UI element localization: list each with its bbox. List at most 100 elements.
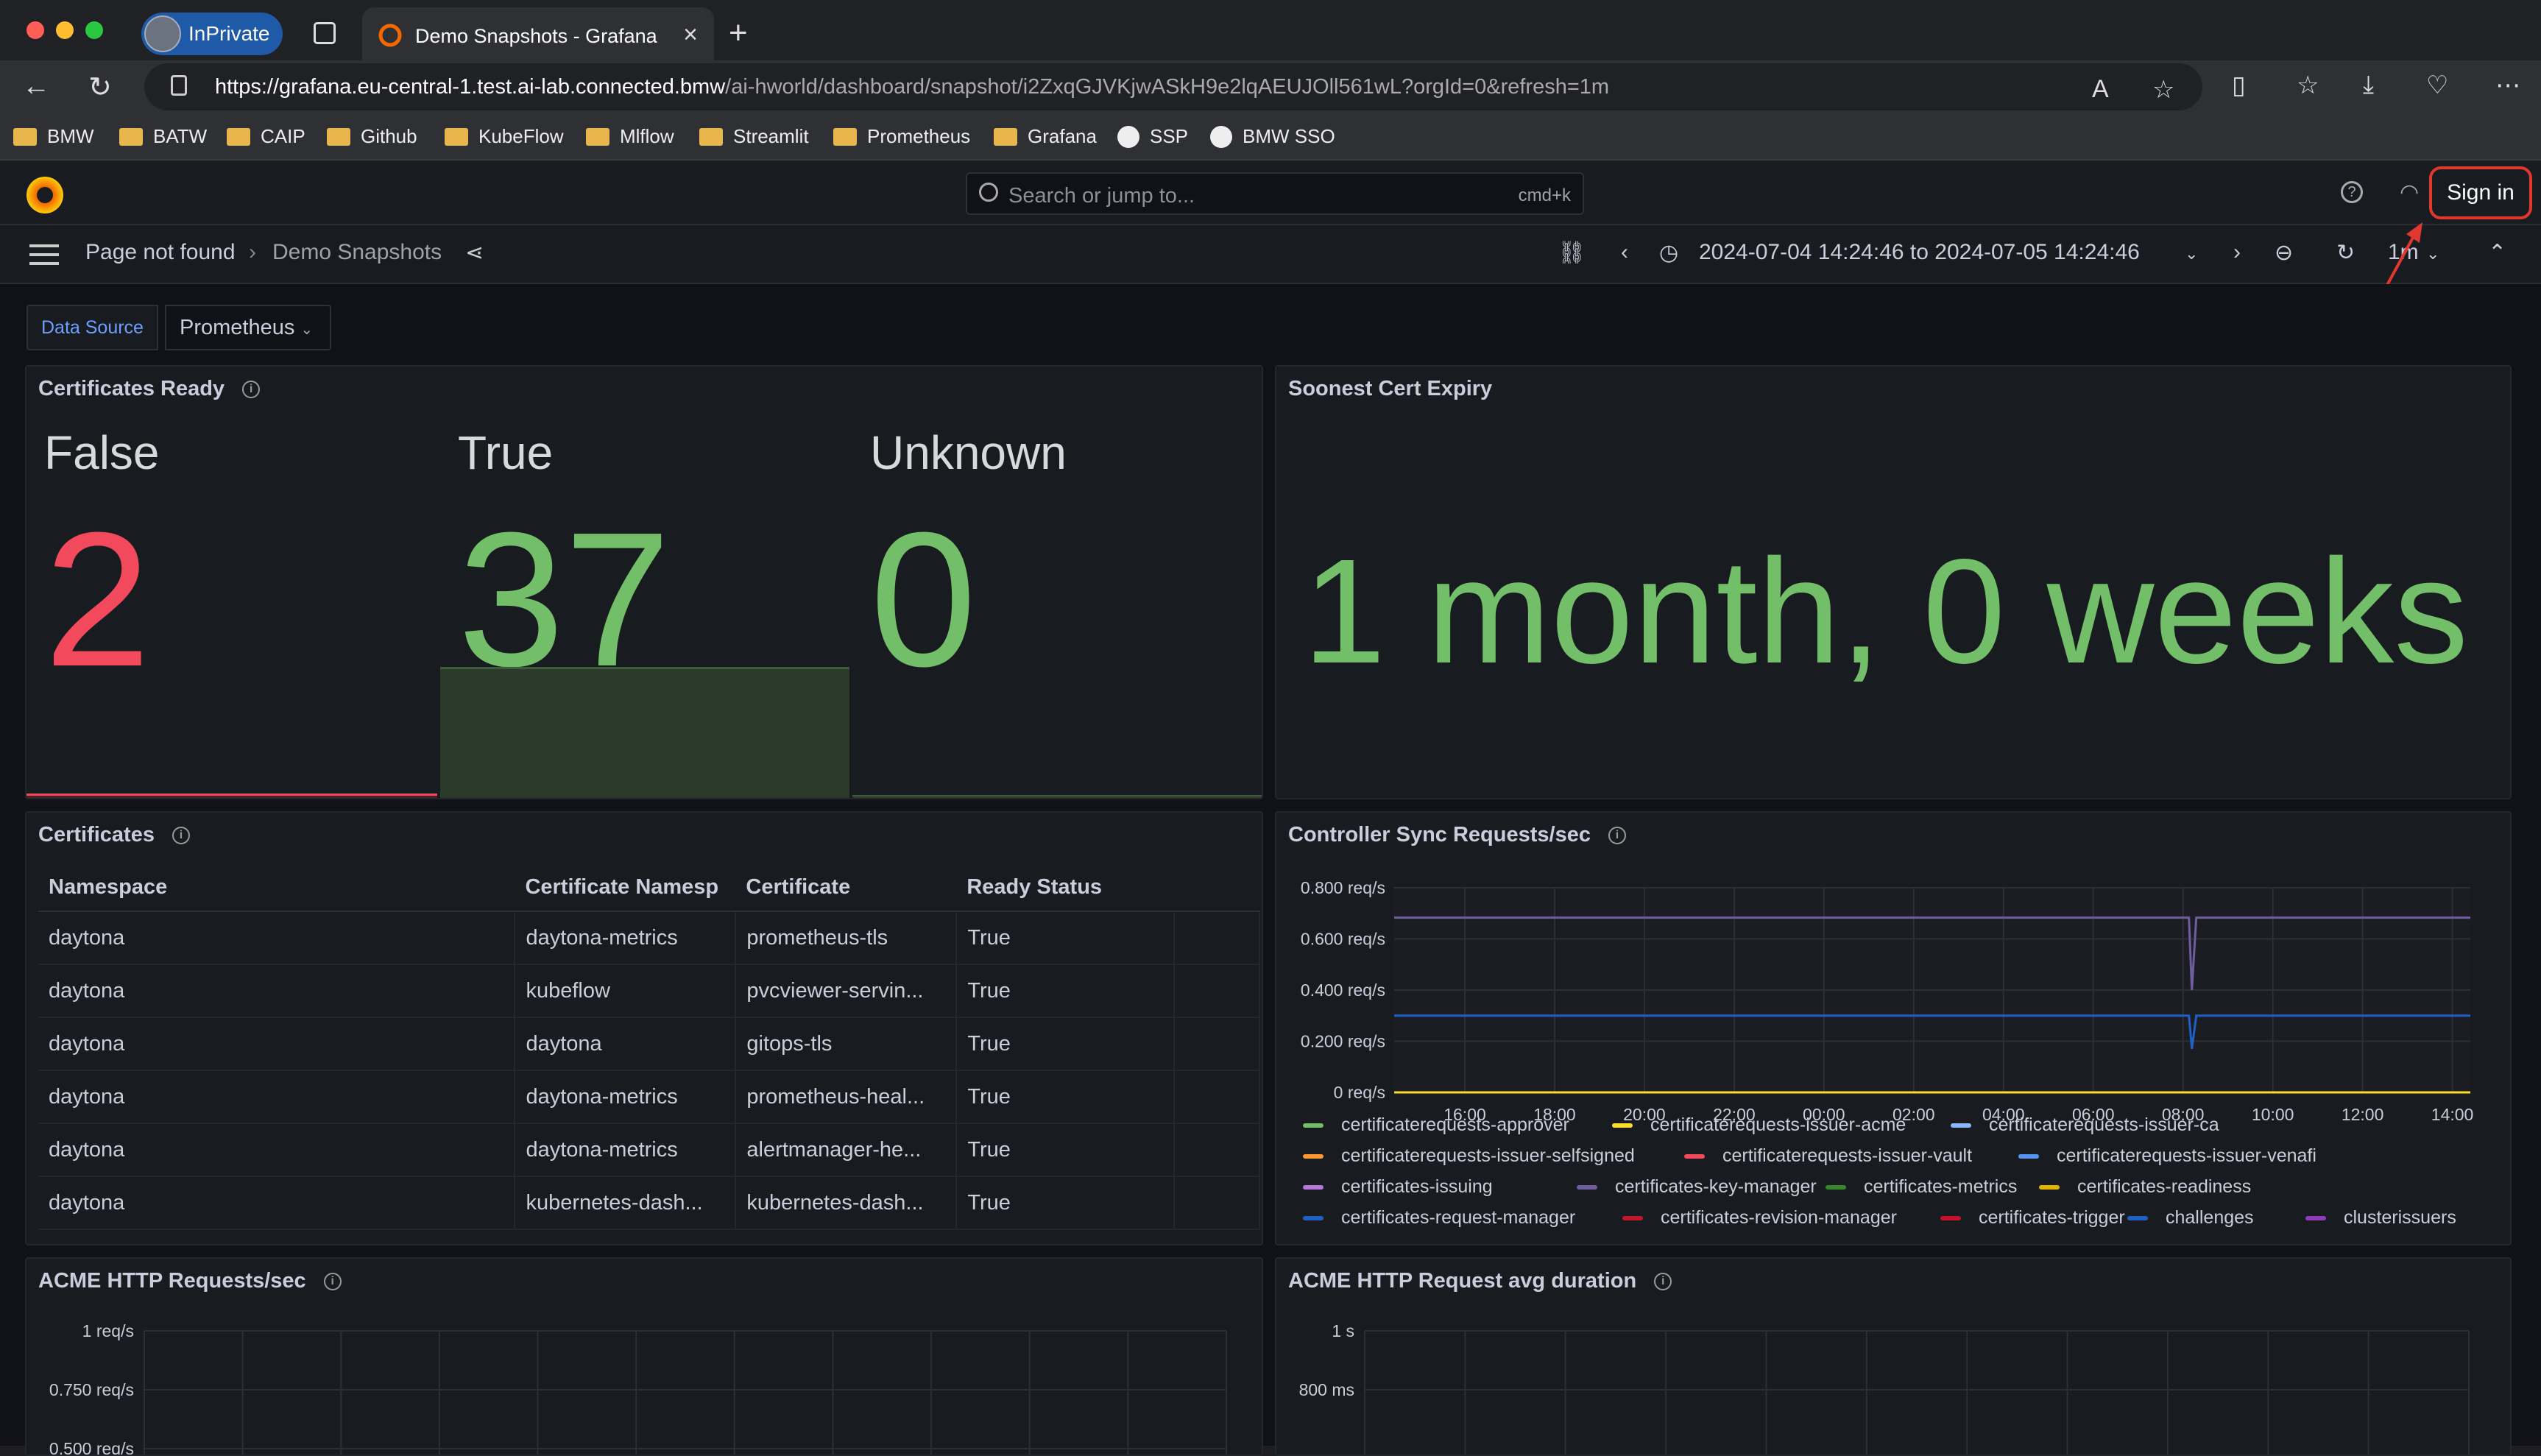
bookmark-bmw-sso[interactable]: BMW SSO xyxy=(1210,125,1335,148)
grafana-logo-icon[interactable] xyxy=(26,177,63,213)
bookmark-github[interactable]: Github xyxy=(327,125,417,148)
x-tick-label: 12:00 xyxy=(2342,1105,2384,1124)
info-icon[interactable]: i xyxy=(323,1273,342,1291)
table-row[interactable]: daytona kubernetes-dash... kubernetes-dash… xyxy=(38,1176,1260,1230)
legend-item[interactable]: certificates-revision-manager xyxy=(1622,1207,1897,1229)
bookmark-ssp[interactable]: SSP xyxy=(1117,125,1188,148)
close-tab-icon[interactable]: × xyxy=(683,21,698,49)
column-header[interactable]: Namespace xyxy=(38,864,515,912)
title-bar: InPrivate Demo Snapshots - Grafana × + xyxy=(0,0,2541,68)
table-cell: daytona xyxy=(515,1017,737,1071)
column-header[interactable]: Certificate xyxy=(735,864,957,912)
reload-icon[interactable]: ↻ xyxy=(88,71,112,104)
legend-item[interactable]: certificates-metrics xyxy=(1826,1176,2017,1198)
bookmark-mlflow[interactable]: Mlflow xyxy=(586,125,674,148)
time-back-icon[interactable]: ‹ xyxy=(1621,240,1628,265)
back-icon[interactable]: ← xyxy=(22,71,50,102)
share-icon[interactable]: ⋖ xyxy=(465,240,484,266)
bookmark-bmw[interactable]: BMW xyxy=(13,125,94,148)
sparkline-area xyxy=(440,667,849,798)
info-icon[interactable]: i xyxy=(1608,827,1626,845)
table-cell: kubernetes-dash... xyxy=(515,1176,737,1230)
legend-swatch xyxy=(2018,1153,2039,1159)
info-icon[interactable]: i xyxy=(1654,1273,1672,1291)
favorites-icon[interactable]: ☆ xyxy=(2297,71,2319,100)
legend-label: certificates-key-manager xyxy=(1615,1176,1817,1197)
zoom-out-icon[interactable]: ⊖ xyxy=(2275,240,2293,266)
legend-item[interactable]: certificaterequests-issuer-venafi xyxy=(2018,1145,2316,1167)
copy-link-icon[interactable]: ⛓ xyxy=(1558,240,1586,266)
table-row[interactable]: daytona kubeflow pvcviewer-servin... True xyxy=(38,964,1260,1018)
tab-title: Demo Snapshots - Grafana xyxy=(415,25,657,47)
url-text[interactable]: https://grafana.eu-central-1.test.ai-lab… xyxy=(215,75,1609,99)
legend-item[interactable]: clusterissuers xyxy=(2305,1207,2456,1229)
bookmark-batw[interactable]: BATW xyxy=(119,125,207,148)
sign-in-button[interactable]: Sign in xyxy=(2429,166,2532,219)
stat-label: True xyxy=(458,426,554,479)
favorite-star-icon[interactable]: ☆ xyxy=(2152,75,2174,105)
search-input[interactable]: Search or jump to... cmd+k xyxy=(966,172,1584,215)
lock-icon[interactable] xyxy=(171,75,187,96)
help-icon[interactable]: ? xyxy=(2341,181,2363,203)
collapse-icon[interactable]: ⌃ xyxy=(2488,240,2506,266)
acme-duration-chart[interactable]: 1 s 800 ms xyxy=(1276,1310,2512,1456)
bookmark-caip[interactable]: CAIP xyxy=(227,125,305,148)
table-cell: prometheus-tls xyxy=(735,911,958,965)
search-icon xyxy=(979,183,998,202)
time-range-picker[interactable]: 2024-07-04 14:24:46 to 2024-07-05 14:24:… xyxy=(1699,240,2140,265)
legend-item[interactable]: certificates-trigger xyxy=(1940,1207,2125,1229)
maximize-window-button[interactable] xyxy=(85,21,103,39)
bookmark-prometheus[interactable]: Prometheus xyxy=(833,125,970,148)
bookmark-grafana[interactable]: Grafana xyxy=(994,125,1097,148)
close-window-button[interactable] xyxy=(26,21,44,39)
refresh-icon[interactable]: ↻ xyxy=(2336,240,2355,266)
browser-tab-active[interactable]: Demo Snapshots - Grafana × xyxy=(362,7,714,68)
bookmark-kubeflow[interactable]: KubeFlow xyxy=(445,125,564,148)
time-forward-icon[interactable]: › xyxy=(2233,240,2241,265)
legend-swatch xyxy=(2305,1215,2326,1220)
minimize-window-button[interactable] xyxy=(56,21,74,39)
panel-certificates: Certificates i Namespace Certificate Name… xyxy=(25,811,1263,1245)
stat-false: False 2 xyxy=(26,367,440,798)
table-row[interactable]: daytona daytona-metrics prometheus-tls True xyxy=(38,911,1260,965)
address-bar[interactable]: https://grafana.eu-central-1.test.ai-lab… xyxy=(144,63,2202,110)
legend-item[interactable]: certificates-key-manager xyxy=(1577,1176,1817,1198)
time-range-dropdown-icon[interactable]: ⌄ xyxy=(2185,244,2198,264)
table-row[interactable]: daytona daytona gitops-tls True xyxy=(38,1017,1260,1071)
new-tab-icon[interactable]: + xyxy=(729,15,748,52)
news-rss-icon[interactable]: ◠ xyxy=(2400,180,2419,205)
legend-item[interactable]: challenges xyxy=(2127,1207,2254,1229)
stat-value: 2 xyxy=(44,493,151,707)
column-header[interactable]: Certificate Namesp xyxy=(515,864,736,912)
refresh-dropdown-icon[interactable]: ⌄ xyxy=(2426,244,2439,264)
legend-item[interactable]: certificaterequests-approver xyxy=(1303,1114,1569,1136)
legend-swatch xyxy=(1622,1215,1643,1220)
legend-item[interactable]: certificaterequests-issuer-selfsigned xyxy=(1303,1145,1635,1167)
read-aloud-icon[interactable]: A xyxy=(2092,75,2109,104)
tab-actions-icon[interactable] xyxy=(314,22,336,44)
column-header[interactable]: Ready Status xyxy=(956,864,1175,912)
legend-item[interactable]: certificates-request-manager xyxy=(1303,1207,1575,1229)
column-header-empty xyxy=(1174,864,1259,912)
table-row[interactable]: daytona daytona-metrics alertmanager-he...… xyxy=(38,1123,1260,1177)
bookmark-streamlit[interactable]: Streamlit xyxy=(699,125,809,148)
table-cell: daytona-metrics xyxy=(515,1123,737,1177)
legend-item[interactable]: certificaterequests-issuer-acme xyxy=(1612,1114,1906,1136)
table-row[interactable]: daytona daytona-metrics prometheus-heal...… xyxy=(38,1070,1260,1124)
downloads-icon[interactable]: ⤓ xyxy=(2363,71,2374,99)
menu-icon[interactable] xyxy=(29,244,59,265)
legend-item[interactable]: certificates-readiness xyxy=(2039,1176,2251,1198)
legend-item[interactable]: certificates-issuing xyxy=(1303,1176,1493,1198)
inprivate-badge[interactable]: InPrivate xyxy=(141,13,283,55)
more-menu-icon[interactable]: ⋯ xyxy=(2495,71,2520,100)
legend-item[interactable]: certificaterequests-issuer-vault xyxy=(1684,1145,1972,1167)
legend-item[interactable]: certificaterequests-issuer-ca xyxy=(1951,1114,2219,1136)
table-cell: True xyxy=(956,1123,1176,1177)
split-screen-icon[interactable]: ▯ xyxy=(2232,71,2246,100)
data-source-select[interactable]: Prometheus ⌄ xyxy=(165,305,331,350)
breadcrumb-page-not-found[interactable]: Page not found xyxy=(85,240,236,265)
info-icon[interactable]: i xyxy=(172,827,190,845)
browser-essentials-icon[interactable]: ♡ xyxy=(2426,71,2448,100)
panel-title: ACME HTTP Request avg duration i xyxy=(1288,1269,1672,1293)
acme-http-chart[interactable]: 1 req/s 0.750 req/s 0.500 req/s xyxy=(26,1310,1263,1456)
